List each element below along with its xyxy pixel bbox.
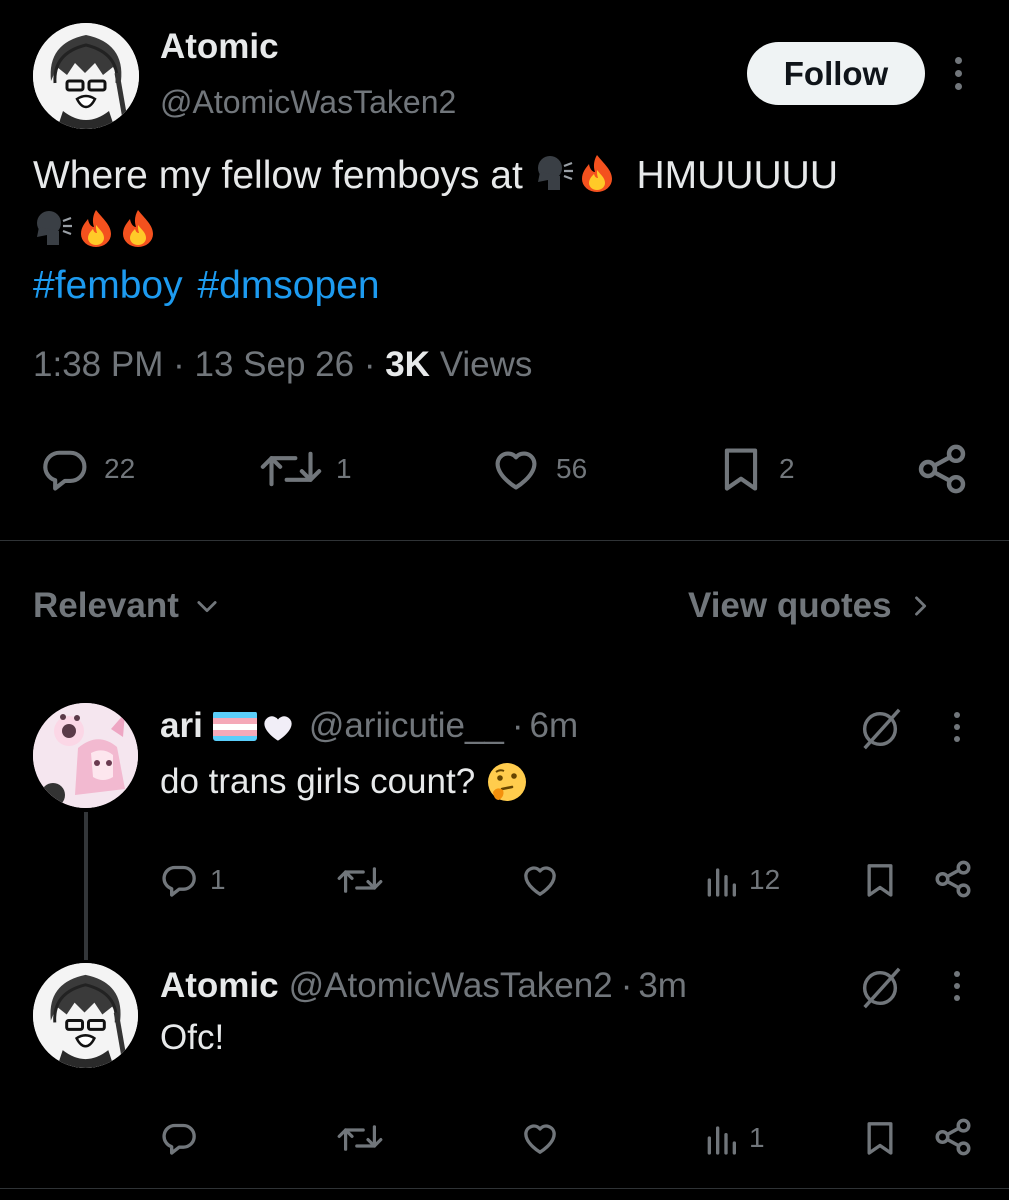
fire-emoji-icon <box>117 207 159 249</box>
views-button[interactable]: 12 <box>703 860 780 900</box>
tweet-meta: 1:38 PM · 13 Sep 26 · 3K Views <box>33 345 532 385</box>
repost-icon <box>337 1125 383 1151</box>
reply-icon <box>162 865 196 897</box>
repost-button[interactable] <box>336 1118 384 1158</box>
view-quotes-label: View quotes <box>688 586 892 625</box>
share-button[interactable] <box>914 441 970 497</box>
like-button[interactable] <box>519 1118 561 1158</box>
repost-button[interactable]: 1 <box>258 443 352 495</box>
bookmark-icon <box>867 1122 893 1155</box>
bookmark-button[interactable] <box>860 860 900 900</box>
reply-button[interactable]: 22 <box>40 443 135 495</box>
like-count: 56 <box>556 453 588 484</box>
reply-text-content: do trans girls count? <box>160 762 476 801</box>
tweet-time[interactable]: 1:38 PM <box>33 345 163 384</box>
analytics-icon <box>707 868 736 897</box>
tweet-date[interactable]: 13 Sep 26 <box>194 345 354 384</box>
meta-separator: · <box>363 345 386 384</box>
reply-icon <box>162 1123 196 1155</box>
grok-icon[interactable] <box>857 965 903 1016</box>
reply-icon <box>43 450 87 491</box>
reply-author-handle[interactable]: @AtomicWasTaken2 <box>289 966 613 1006</box>
sort-label: Relevant <box>33 586 179 625</box>
speaking-head-emoji-icon <box>534 152 576 194</box>
reply-time[interactable]: 6m <box>530 706 579 746</box>
follow-button[interactable]: Follow <box>747 42 925 105</box>
meta-separator: · <box>620 966 633 1005</box>
thinking-face-emoji-icon <box>485 760 529 804</box>
analytics-icon <box>707 1126 736 1155</box>
author-name[interactable]: Atomic <box>160 27 279 67</box>
hashtag-dmsopen[interactable]: #dmsopen <box>197 264 379 307</box>
white-heart-icon <box>261 711 295 741</box>
reply-header: Atomic @AtomicWasTaken2 · 3m <box>160 966 687 1006</box>
tweet-hashtags: #femboy #dmsopen <box>33 258 983 313</box>
view-quotes-link[interactable]: View quotes <box>688 586 934 626</box>
like-button[interactable] <box>519 860 561 900</box>
reply-header: ari @ariicutie__ · 6m <box>160 706 578 746</box>
author-avatar[interactable] <box>33 23 139 129</box>
author-handle[interactable]: @AtomicWasTaken2 <box>160 84 456 121</box>
tweet-line-2 <box>33 203 983 258</box>
bookmark-button[interactable] <box>860 1118 900 1158</box>
sort-dropdown[interactable]: Relevant <box>33 586 221 626</box>
reply-avatar-atomic[interactable] <box>33 963 138 1068</box>
reply-count: 1 <box>210 864 226 895</box>
meta-separator: · <box>511 706 524 745</box>
repost-icon <box>337 867 383 893</box>
share-button[interactable] <box>932 1116 974 1158</box>
reply-author-name[interactable]: ari <box>160 706 203 746</box>
meta-separator: · <box>173 345 195 384</box>
chevron-right-icon <box>914 596 926 616</box>
bookmark-count: 2 <box>779 453 795 484</box>
tweet-text: Where my fellow femboys at HMUUUUU #femb… <box>33 148 983 313</box>
reply-avatar-ari[interactable] <box>33 703 138 808</box>
tweet-text-shout: HMUUUUU <box>636 154 838 197</box>
views-label: Views <box>439 345 533 384</box>
reply-author-handle[interactable]: @ariicutie__ <box>309 706 504 746</box>
trans-flag-icon <box>212 711 257 741</box>
views-count: 3K <box>385 345 430 384</box>
divider <box>0 540 1009 541</box>
reply-text: Ofc! <box>160 1018 225 1057</box>
reply-button[interactable]: 1 <box>160 860 226 900</box>
grok-icon[interactable] <box>857 706 903 757</box>
chevron-down-icon <box>197 601 217 613</box>
speaking-head-emoji-icon <box>33 207 75 249</box>
more-options-icon[interactable] <box>953 712 961 742</box>
divider <box>0 1188 1009 1189</box>
heart-icon <box>524 1124 556 1154</box>
reply-count: 22 <box>104 453 136 484</box>
heart-icon <box>495 451 537 490</box>
share-icon <box>935 1118 971 1156</box>
reply-time[interactable]: 3m <box>638 966 687 1006</box>
repost-icon <box>260 451 322 487</box>
reply-author-name[interactable]: Atomic <box>160 966 279 1006</box>
share-icon <box>935 860 971 898</box>
share-icon <box>918 444 966 494</box>
more-options-icon[interactable] <box>953 971 961 1001</box>
views-count: 12 <box>749 864 781 895</box>
tweet-line-1: Where my fellow femboys at HMUUUUU <box>33 148 983 203</box>
views-count: 1 <box>749 1122 765 1153</box>
fire-emoji-icon <box>576 152 618 194</box>
reply-text: do trans girls count? <box>160 760 529 804</box>
repost-button[interactable] <box>336 860 384 900</box>
heart-icon <box>524 866 556 896</box>
fire-emoji-icon <box>75 207 117 249</box>
like-button[interactable]: 56 <box>488 443 587 495</box>
tweet-text-main: Where my fellow femboys at <box>33 154 523 197</box>
more-options-icon[interactable] <box>953 57 963 90</box>
bookmark-icon <box>724 448 758 491</box>
bookmark-icon <box>867 864 893 897</box>
views-button[interactable]: 1 <box>703 1118 765 1158</box>
hashtag-femboy[interactable]: #femboy <box>33 264 183 307</box>
repost-count: 1 <box>336 453 352 484</box>
share-button[interactable] <box>932 858 974 900</box>
reply-button[interactable] <box>160 1118 200 1158</box>
bookmark-button[interactable]: 2 <box>715 443 795 495</box>
thread-line <box>84 812 88 960</box>
